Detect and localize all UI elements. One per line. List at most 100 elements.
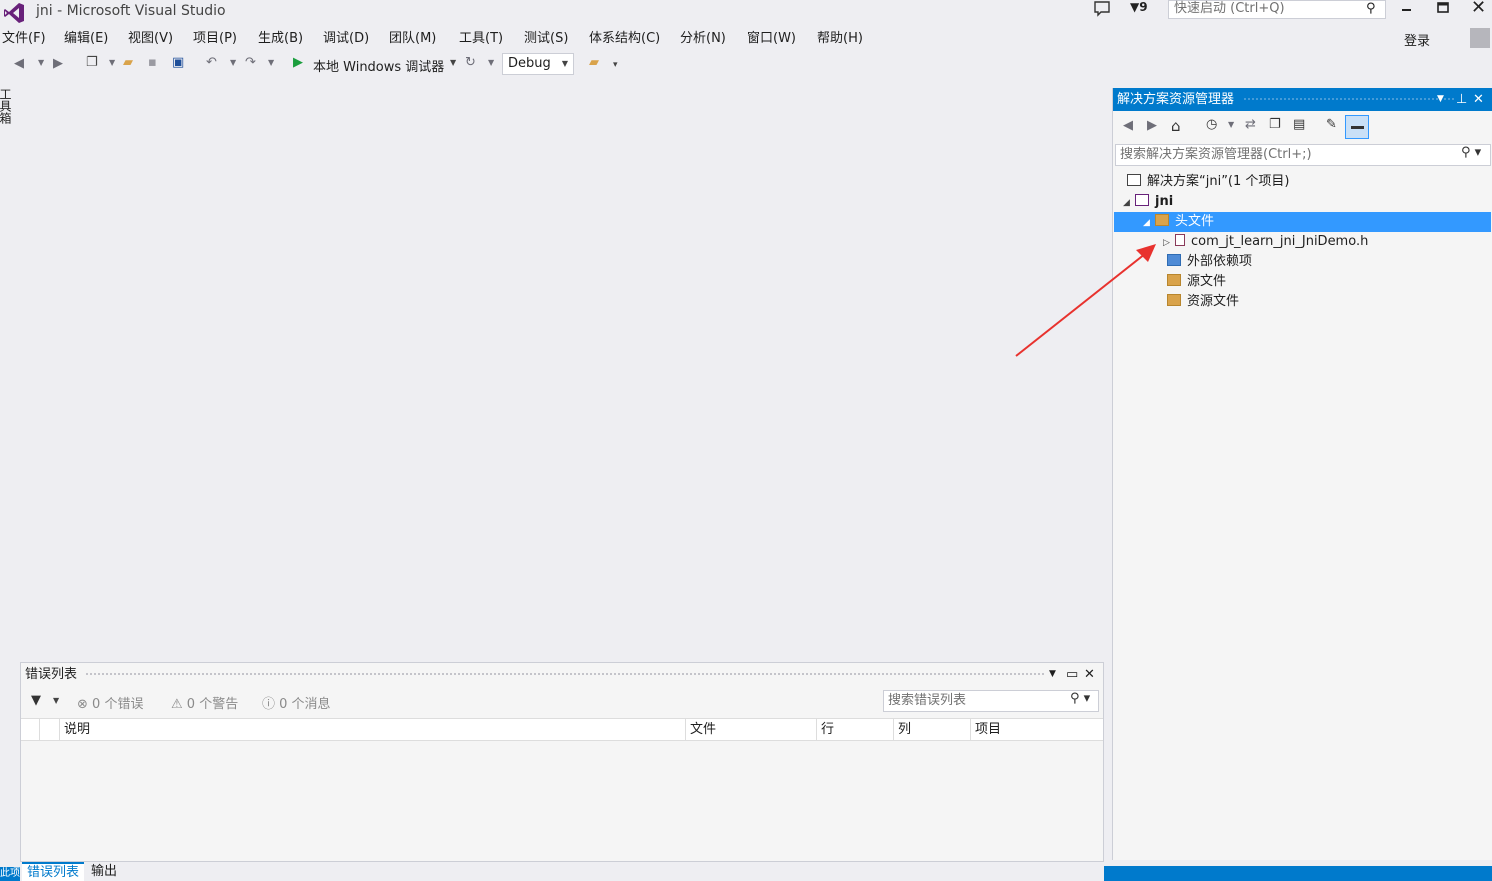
chevron-down-icon: ▼ [561,59,568,68]
forward-icon[interactable]: ▶ [53,56,63,71]
panel-drag-grip[interactable] [1243,97,1455,102]
expanded-arrow-icon[interactable]: ◢ [1143,213,1155,233]
solution-explorer-search-input[interactable]: 搜索解决方案资源管理器(Ctrl+;) [1115,144,1491,166]
back-icon[interactable]: ◀ [14,56,24,71]
tree-item-external-dependencies[interactable]: 外部依赖项 [1167,252,1487,272]
sign-in-link[interactable]: 登录 [1404,30,1430,49]
tree-item-label: 源文件 [1187,274,1227,289]
column-header-line[interactable]: 行 [816,719,893,741]
refresh-dropdown-icon[interactable]: ▼ [488,58,494,67]
tree-item-source-files[interactable]: 源文件 [1167,272,1487,292]
column-header-file[interactable]: 文件 [685,719,816,741]
status-bar-item: 此项 [0,867,20,881]
messages-toggle[interactable]: ⓘ 0 个消息 [262,693,331,712]
refresh-icon[interactable]: ↻ [465,55,476,70]
properties-wrench-icon[interactable]: ✎ [1326,117,1337,132]
quick-launch-input[interactable]: 快速启动 (Ctrl+Q) [1168,0,1386,19]
solution-configuration-select[interactable]: Debug ▼ [502,53,574,75]
show-all-files-icon[interactable]: ▤ [1293,117,1305,132]
minimize-icon[interactable] [1399,0,1415,16]
menu-view[interactable]: 视图(V) [128,28,173,50]
menu-build[interactable]: 生成(B) [258,28,303,50]
expanded-arrow-icon[interactable]: ◢ [1123,193,1135,213]
tree-item-resource-files[interactable]: 资源文件 [1167,292,1487,312]
menu-analyze[interactable]: 分析(N) [680,28,726,50]
new-dropdown-icon[interactable]: ▼ [109,58,115,67]
error-list-panel: 错误列表 ▼ ▭ ✕ ▼ ▼ ⊗ 0 个错误 ⚠ 0 个警告 ⓘ 0 个消息 搜… [20,662,1104,862]
start-debugging-icon[interactable]: ▶ [293,55,303,70]
close-panel-icon[interactable]: ✕ [1084,663,1095,686]
panel-options-icon[interactable]: ▼ [1049,663,1056,686]
account-icon[interactable] [1470,28,1490,48]
pin-icon[interactable]: ⊥ [1456,88,1467,111]
search-icon[interactable]: ⚲ [1366,1,1376,16]
error-list-title: 错误列表 [25,667,78,682]
errors-toggle[interactable]: ⊗ 0 个错误 [77,693,143,712]
annotation-arrow [1015,244,1156,357]
undo-dropdown-icon[interactable]: ▼ [230,58,236,67]
back-dropdown-icon[interactable]: ▼ [38,58,44,67]
panel-options-icon[interactable]: ▼ [1437,88,1444,111]
redo-icon[interactable]: ↷ [245,55,256,70]
home-icon[interactable]: ⌂ [1171,117,1181,135]
tree-item-solution[interactable]: 解决方案“jni”(1 个项目) [1127,172,1487,192]
error-list-column-headers: 说明 文件 行 列 项目 [21,718,1103,741]
close-panel-icon[interactable]: ✕ [1473,88,1484,111]
close-window-icon[interactable]: ✕ [1471,0,1487,18]
column-header-column[interactable]: 列 [893,719,970,741]
debugger-dropdown-icon[interactable]: ▼ [450,58,456,67]
tree-item-header-files[interactable]: ◢ 头文件 [1114,212,1491,232]
column-header-project[interactable]: 项目 [970,719,1102,741]
filter-folder-icon [1155,214,1169,226]
save-all-icon[interactable]: ▣ [172,55,184,70]
pending-changes-filter-icon[interactable]: ◷ [1206,117,1217,132]
menu-edit[interactable]: 编辑(E) [64,28,108,50]
preview-selected-items-button[interactable] [1345,115,1369,139]
maximize-panel-icon[interactable]: ▭ [1066,663,1078,686]
sync-icon[interactable]: ⇄ [1245,117,1256,132]
info-icon: ⓘ [262,697,276,712]
notifications-icon[interactable] [1093,0,1111,18]
redo-dropdown-icon[interactable]: ▼ [268,58,274,67]
menu-team[interactable]: 团队(M) [389,28,436,50]
menu-project[interactable]: 项目(P) [193,28,237,50]
toolbar-overflow-icon[interactable]: ▾ [613,60,618,70]
tab-output[interactable]: 输出 [86,863,122,881]
error-list-search-input[interactable]: 搜索错误列表 [883,690,1099,712]
column-header-icon[interactable] [39,719,59,741]
column-header-description[interactable]: 说明 [59,719,685,741]
menu-debug[interactable]: 调试(D) [323,28,369,50]
collapse-all-icon[interactable]: ❐ [1269,117,1281,132]
tree-item-project[interactable]: ◢ jni [1123,192,1483,212]
menu-architecture[interactable]: 体系结构(C) [589,28,660,50]
feedback-count: 9 [1139,0,1148,14]
filter-dropdown-icon[interactable]: ▼ [1228,120,1234,129]
save-icon[interactable]: ▪ [148,55,157,70]
feedback-flag[interactable]: ▼9 [1130,0,1148,14]
menu-file[interactable]: 文件(F) [2,28,46,50]
menu-help[interactable]: 帮助(H) [817,28,863,50]
forward-icon[interactable]: ▶ [1147,118,1157,133]
menu-test[interactable]: 测试(S) [524,28,568,50]
filter-dropdown-icon[interactable]: ▼ [53,696,59,705]
warning-icon: ⚠ [171,697,183,712]
panel-drag-grip[interactable] [85,672,1045,677]
start-debugger-button[interactable]: 本地 Windows 调试器 [313,56,444,75]
tree-item-header-file[interactable]: ▷ com_jt_learn_jni_JniDemo.h [1163,232,1483,252]
search-icon[interactable]: ⚲ ▾ [1461,145,1481,160]
new-project-icon[interactable]: ❐ [86,55,98,70]
open-file-icon[interactable]: ▰ [123,55,133,70]
filter-icon[interactable]: ▼ [31,693,41,708]
undo-icon[interactable]: ↶ [206,55,217,70]
search-icon[interactable]: ⚲ ▾ [1070,691,1090,706]
menu-window[interactable]: 窗口(W) [747,28,796,50]
back-icon[interactable]: ◀ [1123,118,1133,133]
warnings-toggle[interactable]: ⚠ 0 个警告 [171,693,238,712]
tab-error-list[interactable]: 错误列表 [22,862,85,881]
menu-tools[interactable]: 工具(T) [459,28,503,50]
toolbox-tab[interactable]: 工具箱 [0,88,14,124]
solution-explorer-toolbar: ◀ ▶ ⌂ ◷ ▼ ⇄ ❐ ▤ ✎ [1113,113,1492,141]
window-title: jni - Microsoft Visual Studio [36,3,226,19]
find-in-files-icon[interactable]: ▰ [589,55,599,70]
maximize-icon[interactable] [1435,0,1451,16]
